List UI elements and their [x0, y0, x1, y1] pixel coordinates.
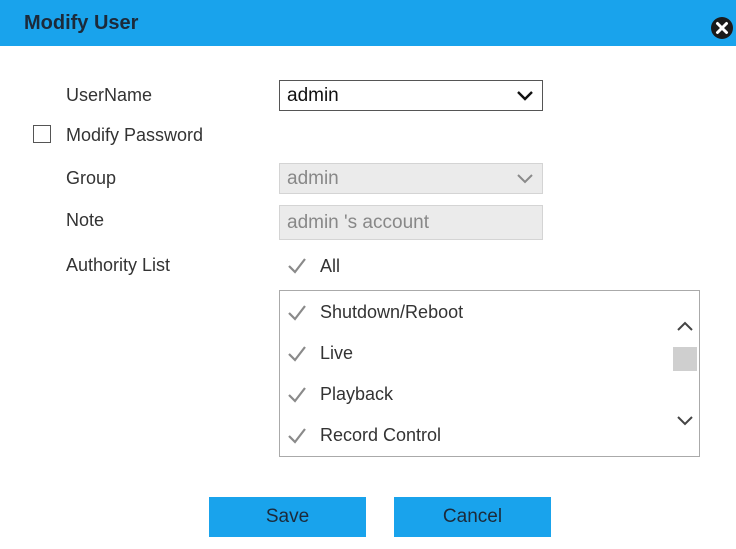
username-value: admin [287, 85, 339, 106]
username-select[interactable]: admin [279, 80, 543, 111]
check-icon[interactable] [287, 303, 307, 323]
authority-list-label: Authority List [66, 255, 171, 275]
scrollbar-thumb[interactable] [673, 347, 697, 371]
group-label: Group [66, 168, 117, 188]
chevron-down-icon [517, 174, 533, 184]
group-value: admin [287, 168, 339, 189]
chevron-down-icon [517, 91, 533, 101]
modify-user-dialog: Modify User UserName admin Modify Passwo… [0, 0, 736, 549]
note-label: Note [66, 210, 105, 230]
authority-item-label: Live [320, 343, 354, 363]
modify-password-label: Modify Password [66, 125, 204, 145]
all-checkbox[interactable] [287, 256, 307, 276]
close-icon[interactable] [710, 16, 734, 40]
modify-password-checkbox[interactable] [33, 125, 51, 143]
note-field: admin 's account [279, 205, 543, 240]
save-button[interactable]: Save [209, 497, 366, 537]
authority-listbox[interactable]: Shutdown/Reboot Live Playback Record Con… [279, 290, 700, 457]
chevron-up-icon[interactable] [675, 318, 695, 334]
listbox-scrollbar[interactable] [671, 291, 699, 456]
all-label: All [320, 256, 341, 276]
chevron-down-icon[interactable] [675, 413, 695, 429]
authority-item-label: Record Control [320, 425, 442, 445]
check-icon[interactable] [287, 344, 307, 364]
authority-item-label: Playback [320, 384, 394, 404]
cancel-button[interactable]: Cancel [394, 497, 551, 537]
authority-item-label: Shutdown/Reboot [320, 302, 464, 322]
dialog-titlebar: Modify User [0, 0, 736, 46]
group-select: admin [279, 163, 543, 194]
username-label: UserName [66, 85, 153, 105]
check-icon[interactable] [287, 385, 307, 405]
check-icon[interactable] [287, 426, 307, 446]
dialog-title: Modify User [24, 12, 139, 34]
